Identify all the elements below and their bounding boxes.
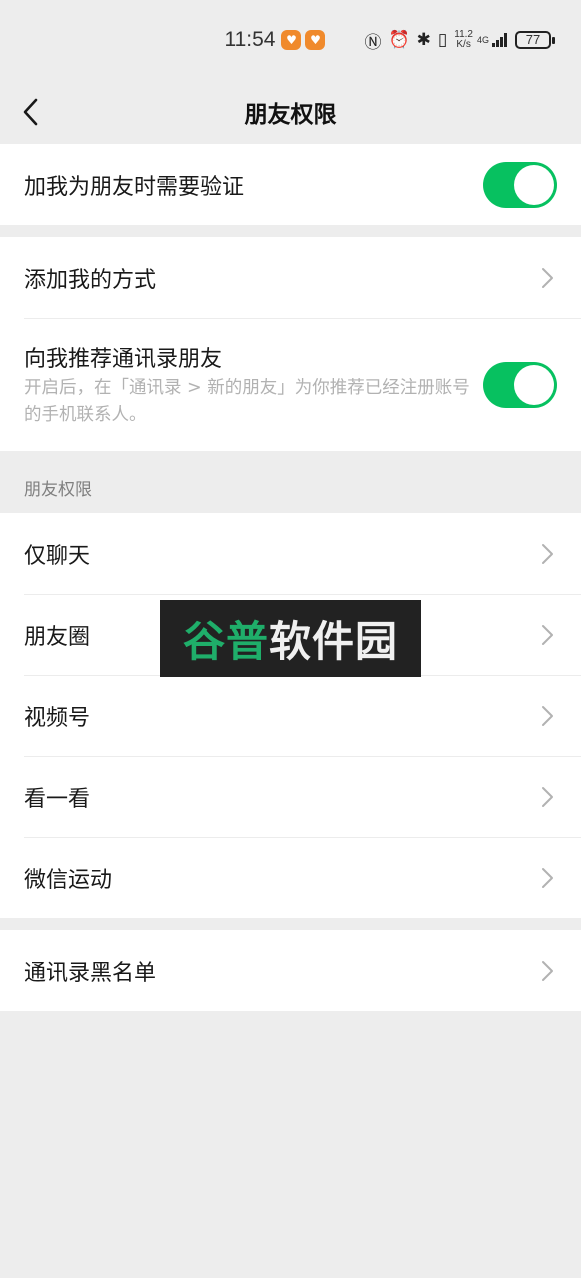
list-item-label: 视频号: [24, 705, 91, 731]
add-methods-cell[interactable]: 添加我的方式: [0, 237, 581, 318]
verify-toggle[interactable]: [483, 161, 557, 208]
status-time: 11:54: [224, 28, 276, 51]
section-header-friend-permissions: 朋友权限: [24, 480, 92, 500]
signal-icon: [491, 33, 507, 47]
list-item-label: 微信运动: [24, 867, 113, 893]
chevron-right-icon: [542, 705, 553, 726]
watermark-text-green: 谷普: [182, 617, 269, 666]
nfc-icon: Ⓝ: [364, 32, 382, 53]
chevron-right-icon: [542, 267, 553, 288]
list-item-label: 看一看: [24, 786, 91, 812]
chat-only-cell[interactable]: 仅聊天: [0, 513, 581, 594]
channels-cell[interactable]: 视频号: [0, 675, 581, 756]
blacklist-label: 通讯录黑名单: [24, 960, 157, 986]
chevron-left-icon: [23, 98, 38, 126]
recommend-label: 向我推荐通讯录朋友: [24, 346, 223, 372]
chevron-right-icon: [542, 624, 553, 645]
battery-icon: 77: [515, 31, 555, 49]
friend-permissions-group: 仅聊天 朋友圈 视频号 看一看 微信运动: [0, 513, 581, 918]
network-speed: 11.2 K/s: [454, 29, 473, 50]
verify-cell: 加我为朋友时需要验证: [0, 144, 581, 225]
chevron-right-icon: [542, 786, 553, 807]
notification-app-icon: ♥: [281, 30, 302, 50]
recommend-toggle[interactable]: [483, 361, 557, 408]
nav-bar: 朋友权限: [0, 80, 581, 144]
blacklist-group: 通讯录黑名单: [0, 930, 581, 1011]
blacklist-cell[interactable]: 通讯录黑名单: [0, 930, 581, 1011]
recommend-description: 开启后，在「通讯录 > 新的朋友」为你推荐已经注册账号的手机联系人。: [24, 377, 470, 425]
watermark-text-white: 软件园: [269, 617, 399, 666]
verify-label: 加我为朋友时需要验证: [24, 174, 245, 200]
chevron-right-icon: [542, 960, 553, 981]
alarm-icon: ⏰: [388, 30, 410, 50]
notification-app-icon: ♥: [305, 30, 326, 50]
page-title: 朋友权限: [244, 102, 337, 128]
wechat-sports-cell[interactable]: 微信运动: [0, 837, 581, 918]
status-bar: 11:54 ♥ ♥ Ⓝ ⏰ ✱ ▯ 11.2 K/s 4G 77: [0, 0, 581, 80]
network-type: 4G: [476, 34, 489, 45]
chevron-right-icon: [542, 543, 553, 564]
contact-settings-group: 添加我的方式 向我推荐通讯录朋友 开启后，在「通讯录 > 新的朋友」为你推荐已经…: [0, 237, 581, 451]
top-stories-cell[interactable]: 看一看: [0, 756, 581, 837]
watermark-logo: 谷普 软件园: [160, 600, 421, 677]
vibrate-icon: ▯: [437, 30, 448, 50]
list-item-label: 仅聊天: [24, 543, 91, 569]
add-methods-label: 添加我的方式: [24, 267, 157, 293]
verify-group: 加我为朋友时需要验证: [0, 144, 581, 225]
chevron-right-icon: [542, 867, 553, 888]
back-button[interactable]: [16, 94, 44, 130]
bluetooth-icon: ✱: [416, 30, 431, 50]
recommend-cell: 向我推荐通讯录朋友 开启后，在「通讯录 > 新的朋友」为你推荐已经注册账号的手机…: [0, 318, 581, 451]
